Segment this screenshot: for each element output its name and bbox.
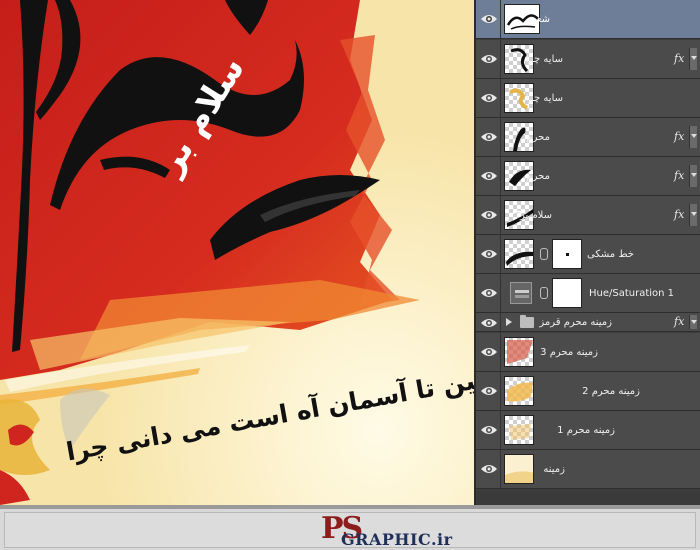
layer-mask-thumb[interactable] <box>552 239 582 269</box>
layer-name: سلام بر <box>519 210 552 221</box>
layer-row-moharram-bg-3[interactable]: زمینه محرم 3 <box>476 333 700 372</box>
background-thumb <box>504 454 534 484</box>
fx-expand-arrow[interactable] <box>689 165 697 187</box>
layer-row-shadow-chera[interactable]: سایه چرا fx <box>476 40 700 79</box>
layer-name: سایه چرا <box>525 54 563 65</box>
document-canvas[interactable]: سلام بر از زمین تا آسمان آه است می دانی … <box>0 0 474 505</box>
texture-thumb <box>504 415 534 445</box>
layer-group-red-moharram[interactable]: زمینه محرم قرمز fx <box>476 313 700 332</box>
layers-panel: شعر سایه چرا fx سایه چرا محرم fx محرم fx <box>476 0 700 505</box>
layer-row-moharram-bg-2[interactable]: زمینه محرم 2 <box>476 372 700 411</box>
fx-icon[interactable]: fx <box>674 52 684 65</box>
logo-site-text: GRAPHIC.ir <box>341 530 453 549</box>
eye-icon[interactable] <box>479 461 499 477</box>
fx-icon[interactable]: fx <box>674 315 684 328</box>
eye-icon[interactable] <box>479 422 499 438</box>
layer-name: زمینه محرم 3 <box>540 347 598 358</box>
eye-icon[interactable] <box>479 51 499 67</box>
watermark-footer: PS GRAPHIC.ir <box>0 505 700 550</box>
layer-name: زمینه محرم 2 <box>582 386 640 397</box>
layer-row-hue-saturation[interactable]: Hue/Saturation 1 <box>476 274 700 313</box>
fx-icon[interactable]: fx <box>674 208 684 221</box>
layer-name: خط مشکی <box>587 249 634 260</box>
layer-row-black-line[interactable]: خط مشکی <box>476 235 700 274</box>
eye-icon[interactable] <box>479 285 499 301</box>
layer-row-moharram[interactable]: محرم fx <box>476 118 700 157</box>
layer-row-background[interactable]: زمینه <box>476 450 700 489</box>
eye-icon[interactable] <box>479 129 499 145</box>
eye-icon[interactable] <box>479 11 499 27</box>
layer-name: زمینه محرم قرمز <box>539 317 612 328</box>
layer-row-poem[interactable]: شعر <box>476 0 700 39</box>
eye-icon[interactable] <box>479 90 499 106</box>
link-icon[interactable] <box>540 287 548 299</box>
eye-icon[interactable] <box>479 344 499 360</box>
psgraphic-logo: PS GRAPHIC.ir <box>321 511 461 550</box>
link-icon[interactable] <box>540 248 548 260</box>
fx-expand-arrow[interactable] <box>689 204 697 226</box>
fx-icon[interactable]: fx <box>674 130 684 143</box>
fx-expand-arrow[interactable] <box>689 315 697 329</box>
red-texture-thumb <box>504 337 534 367</box>
eye-icon[interactable] <box>479 207 499 223</box>
watermark-frame: PS GRAPHIC.ir <box>4 511 696 550</box>
folder-icon <box>520 315 534 328</box>
layer-name: محرم <box>526 171 550 182</box>
layer-name: محرم <box>526 132 550 143</box>
layer-name: زمینه <box>543 464 565 475</box>
layer-name: شعر <box>531 14 550 25</box>
fx-expand-arrow[interactable] <box>689 126 697 148</box>
eye-icon[interactable] <box>479 383 499 399</box>
panel-footer <box>476 491 700 505</box>
eye-icon[interactable] <box>479 168 499 184</box>
layer-name: زمینه محرم 1 <box>557 425 615 436</box>
layer-row-salam[interactable]: سلام بر fx <box>476 196 700 235</box>
layer-name: سایه چرا <box>525 93 563 104</box>
layer-row-shadow-chera-2[interactable]: سایه چرا <box>476 79 700 118</box>
brush-stroke-thumb <box>504 239 534 269</box>
layer-mask-thumb[interactable] <box>552 278 582 308</box>
expand-triangle-icon[interactable] <box>506 318 512 326</box>
layer-row-moharram-2[interactable]: محرم fx <box>476 157 700 196</box>
adjustment-icon <box>510 282 532 304</box>
fx-icon[interactable]: fx <box>674 169 684 182</box>
layer-row-moharram-bg-1[interactable]: زمینه محرم 1 <box>476 411 700 450</box>
layer-name: Hue/Saturation 1 <box>589 288 675 299</box>
eye-icon[interactable] <box>479 315 499 331</box>
fx-expand-arrow[interactable] <box>689 48 697 70</box>
gold-texture-thumb <box>504 376 534 406</box>
eye-icon[interactable] <box>479 246 499 262</box>
